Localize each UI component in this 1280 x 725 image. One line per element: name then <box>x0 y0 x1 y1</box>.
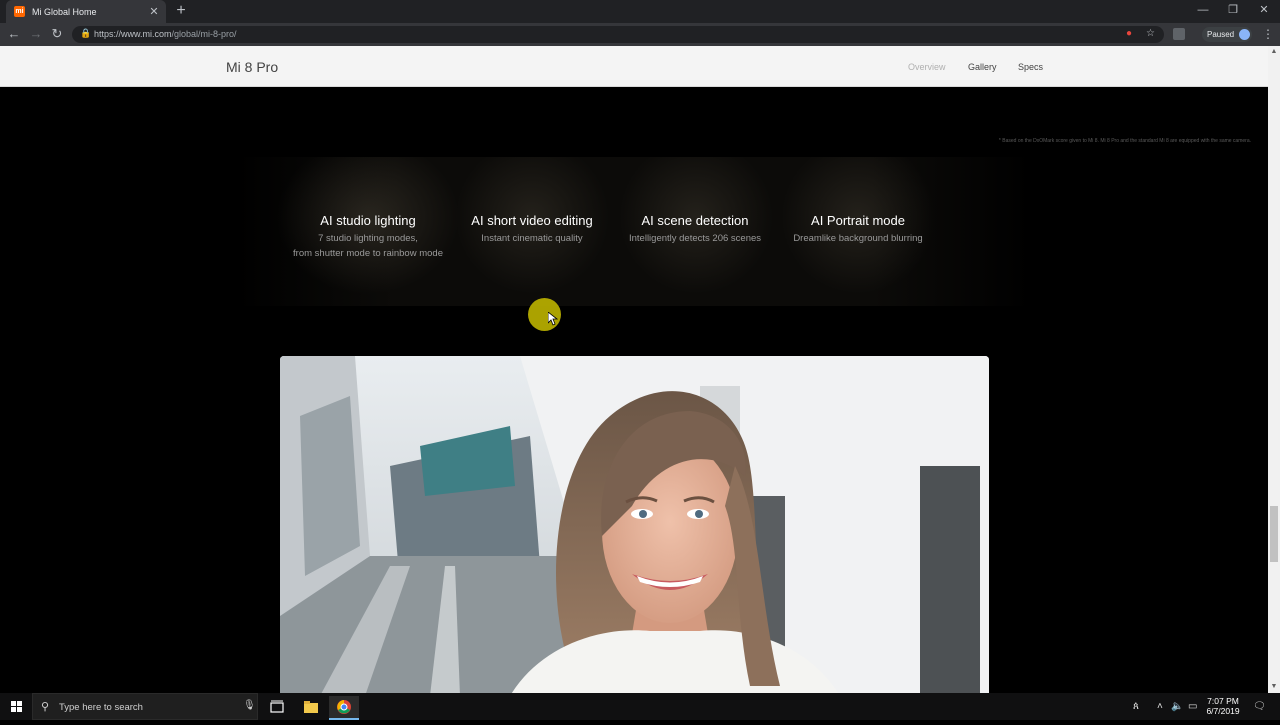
task-view-icon[interactable] <box>262 696 292 720</box>
profile-button[interactable]: Paused <box>1202 27 1252 42</box>
lock-icon: 🔒 <box>80 28 92 38</box>
url-text: https://www.mi.com/global/mi-8-pro/ <box>94 29 237 39</box>
nav-link-gallery[interactable]: Gallery <box>968 62 997 72</box>
reload-icon[interactable]: ↻ <box>49 26 65 42</box>
microphone-icon[interactable]: 🎙 <box>243 700 256 711</box>
bookmark-star-icon[interactable]: ☆ <box>1146 28 1155 39</box>
extension-icon[interactable] <box>1173 28 1185 40</box>
tab-close-icon[interactable]: ✕ <box>146 5 162 18</box>
feature-title: AI studio lighting <box>320 213 416 228</box>
chevron-up-icon[interactable]: ˄ <box>1157 701 1163 712</box>
feature-video-editing: AI short video editing Instant cinematic… <box>447 213 617 246</box>
page-viewport: Mi 8 Pro Overview Gallery Specs * Based … <box>0 46 1268 693</box>
taskbar-search[interactable]: ⚲ Type here to search 🎙 <box>32 693 258 720</box>
scroll-up-icon[interactable]: ▲ <box>1268 46 1280 58</box>
close-window-icon[interactable]: ✕ <box>1249 0 1279 20</box>
search-icon: ⚲ <box>41 701 50 713</box>
windows-taskbar: ⚲ Type here to search 🎙 ጰ ˄ 🔈 ▭ 7:07 PM … <box>0 693 1280 720</box>
portrait-sample-photo <box>280 356 989 693</box>
mi-favicon-icon: mi <box>14 6 25 17</box>
file-explorer-icon[interactable] <box>296 696 326 720</box>
chrome-taskbar-icon[interactable] <box>329 696 359 720</box>
windows-logo-icon <box>11 701 22 712</box>
address-bar[interactable]: 🔒 https://www.mi.com/global/mi-8-pro/ ● … <box>72 26 1164 43</box>
minimize-icon[interactable]: — <box>1188 0 1218 20</box>
blocked-icon[interactable]: ● <box>1126 28 1132 39</box>
search-input: Type here to search <box>59 702 143 713</box>
clock-time: 7:07 PM <box>1207 696 1239 706</box>
product-subnav: Mi 8 Pro Overview Gallery Specs <box>0 46 1268 87</box>
feature-studio-lighting: AI studio lighting 7 studio lighting mod… <box>283 213 453 261</box>
network-icon[interactable]: ▭ <box>1188 701 1197 712</box>
feature-desc: Instant cinematic quality <box>481 233 583 244</box>
nav-link-overview[interactable]: Overview <box>908 62 946 72</box>
feature-desc: Dreamlike background blurring <box>793 233 923 244</box>
profile-status: Paused <box>1207 30 1235 39</box>
page-scrollbar[interactable]: ▲ ▼ <box>1268 46 1280 693</box>
feature-title: AI short video editing <box>471 213 593 228</box>
nav-link-specs[interactable]: Specs <box>1018 62 1043 72</box>
people-icon[interactable]: ጰ <box>1133 701 1139 712</box>
feature-title: AI Portrait mode <box>811 213 905 228</box>
browser-titlebar: mi Mi Global Home ✕ + — ❐ ✕ <box>0 0 1280 23</box>
feature-portrait-mode: AI Portrait mode Dreamlike background bl… <box>773 213 943 246</box>
browser-toolbar: ← → ↻ 🔒 https://www.mi.com/global/mi-8-p… <box>0 23 1280 46</box>
scroll-down-icon[interactable]: ▼ <box>1268 681 1280 693</box>
scroll-thumb[interactable] <box>1270 506 1278 562</box>
feature-title: AI scene detection <box>641 213 749 228</box>
start-button[interactable] <box>0 693 32 720</box>
feature-desc: Intelligently detects 206 scenes <box>628 233 762 244</box>
clock-date: 6/7/2019 <box>1206 706 1240 716</box>
footnote: * Based on the DxOMark score given to Mi… <box>998 138 1251 144</box>
taskbar-clock[interactable]: 7:07 PM 6/7/2019 <box>1200 696 1246 716</box>
ai-features-band: AI studio lighting 7 studio lighting mod… <box>236 157 1032 306</box>
volume-icon[interactable]: 🔈 <box>1171 701 1183 712</box>
feature-desc: 7 studio lighting modes, from shutter mo… <box>293 233 443 259</box>
new-tab-button[interactable]: + <box>172 2 190 20</box>
back-icon[interactable]: ← <box>6 26 22 42</box>
feature-scene-detection: AI scene detection Intelligently detects… <box>610 213 780 246</box>
browser-tab[interactable]: mi Mi Global Home ✕ <box>6 0 166 23</box>
avatar <box>1239 29 1250 40</box>
restore-icon[interactable]: ❐ <box>1218 0 1248 20</box>
forward-icon[interactable]: → <box>28 26 44 42</box>
tab-title: Mi Global Home <box>32 6 97 17</box>
menu-icon[interactable]: ⋮ <box>1262 27 1274 41</box>
notification-icon[interactable]: 🗨 <box>1253 701 1266 712</box>
product-title: Mi 8 Pro <box>226 59 279 75</box>
